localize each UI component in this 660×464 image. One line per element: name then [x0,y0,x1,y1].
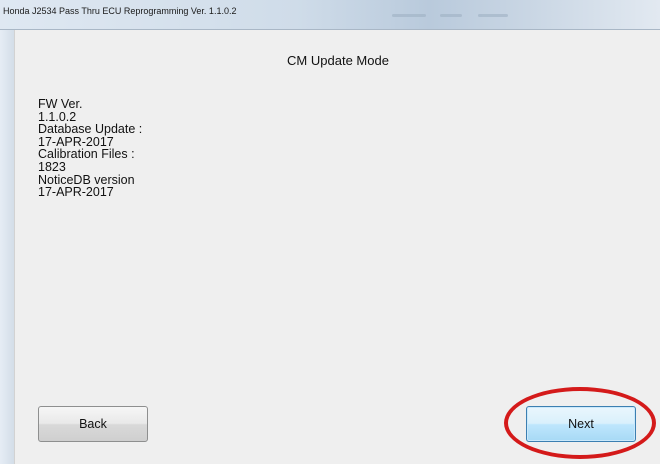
fw-version-label: FW Ver. [38,97,83,111]
next-button[interactable]: Next [526,406,636,442]
application-window: Honda J2534 Pass Thru ECU Reprogramming … [0,0,660,464]
database-update-label: Database Update : [38,122,143,137]
content-panel: CM Update Mode FW Ver. 1.1.0.2 Database … [14,30,660,464]
title-bar-decoration [440,14,462,17]
title-bar[interactable]: Honda J2534 Pass Thru ECU Reprogramming … [0,0,660,30]
title-bar-decoration [392,14,426,17]
noticedb-version-value: 17-APR-2017 [38,185,114,200]
version-info: FW Ver. 1.1.0.2 Database Update : 17-APR… [38,98,142,199]
back-button[interactable]: Back [38,406,148,442]
calibration-files-value: 1823 [38,159,66,174]
page-title: CM Update Mode [287,53,389,68]
window-title: Honda J2534 Pass Thru ECU Reprogramming … [3,6,237,16]
title-bar-decoration [478,14,508,17]
window-left-border [0,30,14,464]
